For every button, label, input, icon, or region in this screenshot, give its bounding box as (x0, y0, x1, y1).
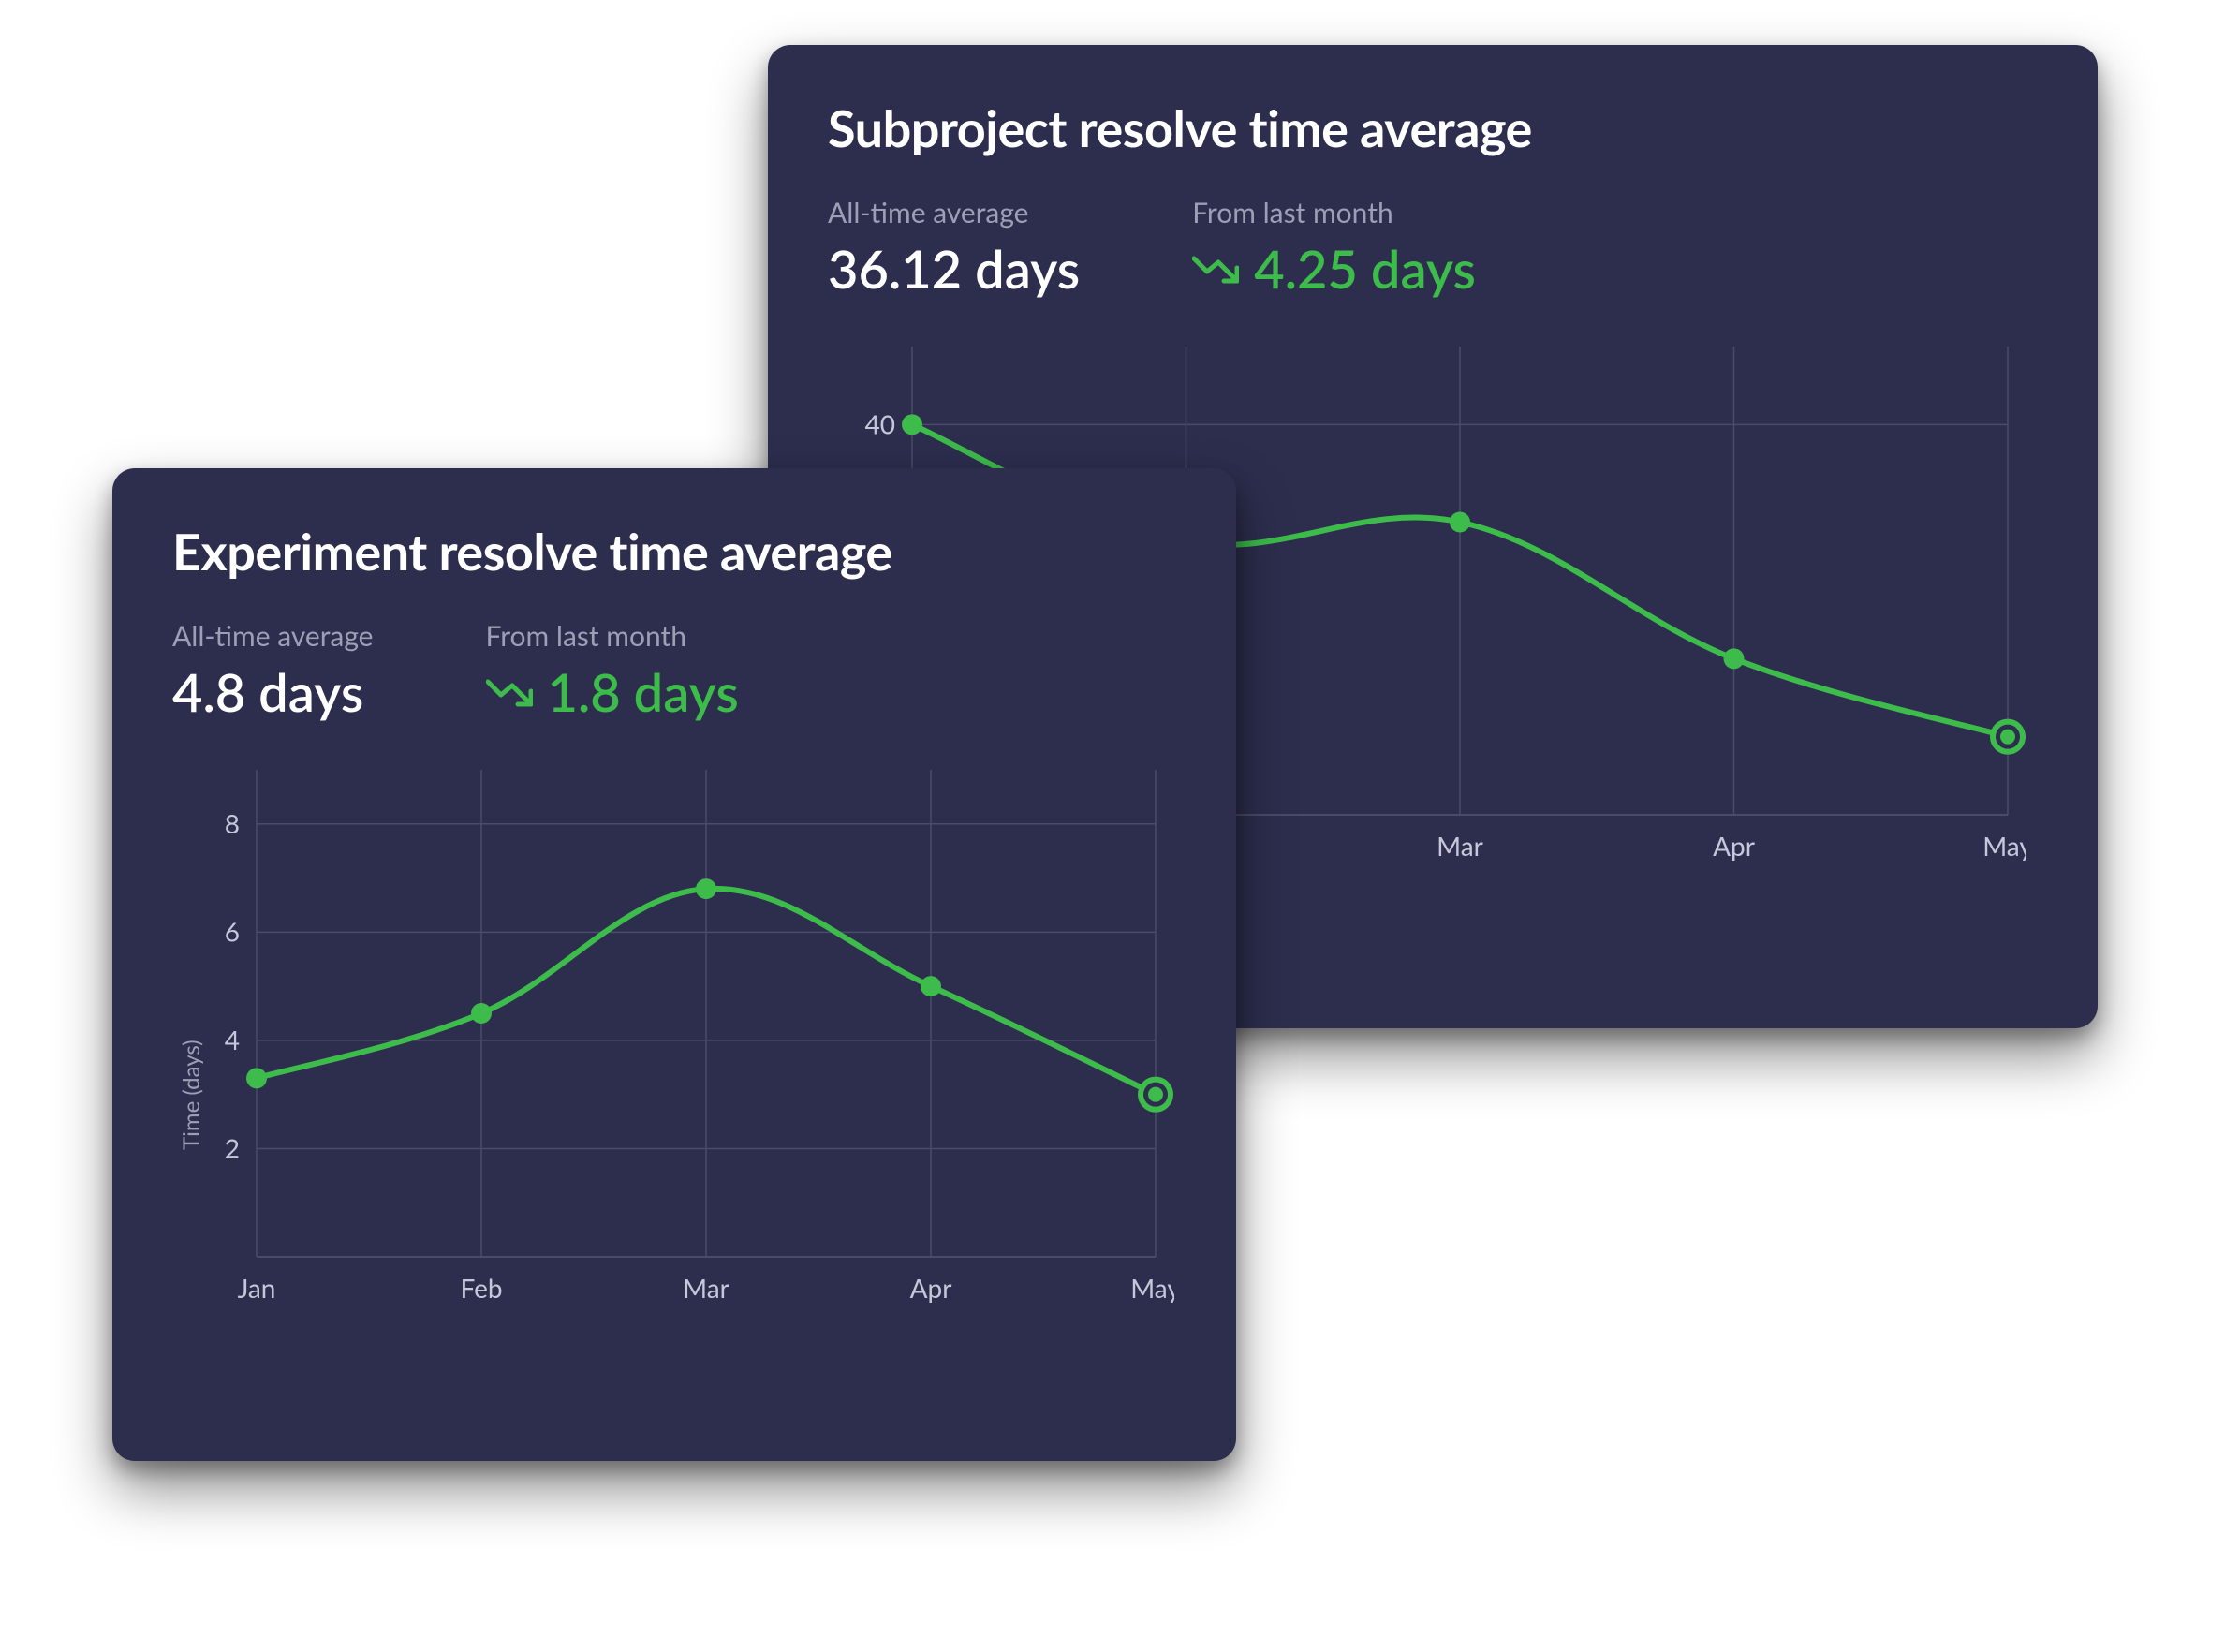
x-tick-label: Feb (460, 1272, 502, 1304)
y-tick-label: 40 (865, 407, 895, 439)
card-title: Experiment resolve time average (172, 521, 1176, 582)
chart-point (1450, 512, 1470, 533)
chart-point (246, 1068, 267, 1088)
y-tick-label: 4 (225, 1024, 240, 1055)
metric-change-value: 1.8 days (548, 660, 739, 723)
chart-svg: Jan Feb Mar Apr May 2 4 6 8 (172, 760, 1174, 1322)
y-axis-title: Time (days) (178, 1040, 205, 1150)
x-tick-label: May (1130, 1272, 1174, 1304)
metric-change: From last month 4.25 days (1192, 196, 1476, 300)
metrics-row: All-time average 4.8 days From last mont… (172, 619, 1176, 723)
card-title: Subproject resolve time average (828, 97, 2038, 158)
chart-experiment: Jan Feb Mar Apr May 2 4 6 8 Time (days) (172, 760, 1174, 1322)
metric-avg: All-time average 4.8 days (172, 619, 374, 723)
metrics-row: All-time average 36.12 days From last mo… (828, 196, 2038, 300)
chart-point (902, 414, 922, 435)
metric-avg: All-time average 36.12 days (828, 196, 1080, 300)
metric-change-value: 4.25 days (1254, 237, 1476, 300)
metric-change-label: From last month (1192, 196, 1476, 229)
chart-point (471, 1003, 492, 1024)
x-tick-label: Apr (910, 1272, 952, 1304)
x-tick-label: Mar (683, 1272, 729, 1304)
x-tick-label: Apr (1713, 830, 1755, 862)
x-tick-label: Jan (238, 1272, 276, 1304)
card-experiment: Experiment resolve time average All-time… (112, 468, 1236, 1461)
y-tick-label: 6 (225, 915, 240, 947)
metric-avg-label: All-time average (828, 196, 1080, 229)
metric-avg-label: All-time average (172, 619, 374, 653)
metric-avg-value: 36.12 days (828, 237, 1080, 300)
y-tick-label: 2 (225, 1131, 240, 1163)
chart-point (696, 878, 716, 899)
chart-point (921, 976, 941, 996)
trend-down-icon (1192, 253, 1239, 285)
x-tick-label: Mar (1437, 830, 1483, 862)
trend-down-icon (486, 676, 533, 708)
x-tick-label: May (1982, 830, 2026, 862)
metric-change-label: From last month (486, 619, 739, 653)
chart-point (1724, 648, 1745, 669)
metric-avg-value: 4.8 days (172, 660, 374, 723)
y-tick-label: 8 (225, 807, 240, 839)
metric-change: From last month 1.8 days (486, 619, 739, 723)
